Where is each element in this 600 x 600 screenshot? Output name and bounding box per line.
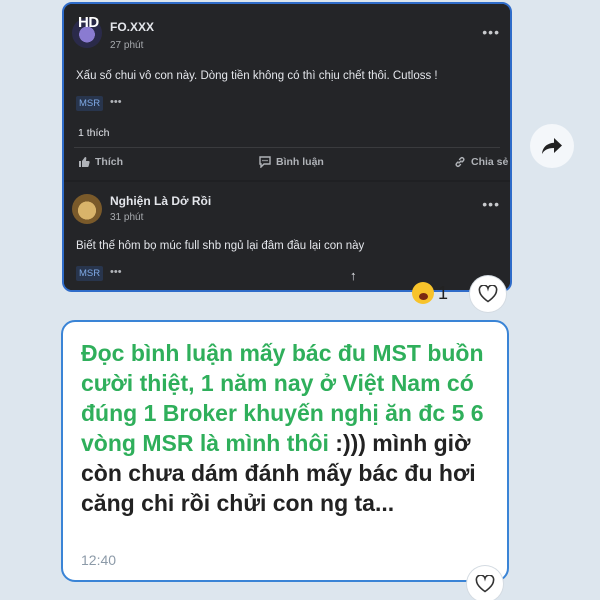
thumbs-up-icon — [79, 157, 90, 167]
stock-tag[interactable]: MSR — [76, 96, 104, 111]
post-content: Xấu số chui vô con này. Dòng tiền không … — [76, 70, 438, 82]
heart-react-button[interactable] — [467, 566, 503, 600]
heart-icon — [478, 285, 498, 303]
avatar[interactable] — [72, 194, 102, 224]
post-content: Biết thế hôm bọ múc full shb ngủ lại đâm… — [76, 240, 365, 252]
post-author[interactable]: FO.XXX — [110, 20, 154, 34]
message-text: Đọc bình luận mấy bác đu MST buồn cười t… — [81, 338, 489, 518]
avatar-label: HD — [78, 14, 99, 31]
heart-icon — [475, 575, 495, 593]
forward-arrow-icon — [542, 138, 562, 154]
post-author[interactable]: Nghiện Là Dở Rồi — [110, 194, 211, 208]
forward-button[interactable] — [530, 124, 574, 168]
share-label: Chia sẻ — [471, 156, 509, 168]
forwarded-screenshot[interactable]: HD FO.XXX 27 phút ••• Xấu số chui vô con… — [62, 2, 512, 292]
scroll-up-icon[interactable]: ↑ — [350, 268, 357, 283]
more-options-icon[interactable]: ••• — [482, 24, 500, 40]
heart-react-button[interactable] — [470, 276, 506, 312]
laughing-emoji-icon — [412, 282, 434, 304]
post-card-1: HD FO.XXX 27 phút ••• Xấu số chui vô con… — [64, 4, 510, 180]
comment-button[interactable]: Bình luận — [259, 156, 324, 168]
like-label: Thích — [95, 156, 123, 168]
post-time: 31 phút — [110, 212, 144, 223]
reaction-summary[interactable]: 1 — [412, 282, 448, 304]
more-options-icon[interactable]: ••• — [482, 196, 500, 212]
link-icon — [455, 157, 465, 167]
share-button[interactable]: Chia sẻ — [454, 156, 508, 168]
stock-tag[interactable]: MSR — [76, 266, 104, 281]
divider — [74, 147, 500, 148]
like-count[interactable]: 1 thích — [78, 127, 110, 139]
message-time: 12:40 — [81, 552, 117, 568]
post-time: 27 phút — [110, 40, 144, 51]
post-card-2: Nghiện Là Dở Rồi 31 phút ••• Biết thế hô… — [64, 182, 510, 290]
tag-more-icon[interactable]: ••• — [110, 266, 122, 278]
like-button[interactable]: Thích — [78, 156, 123, 168]
reaction-count: 1 — [438, 282, 449, 303]
comment-label: Bình luận — [276, 156, 324, 168]
tag-more-icon[interactable]: ••• — [110, 96, 122, 108]
comment-icon — [259, 156, 271, 168]
message-bubble[interactable]: Đọc bình luận mấy bác đu MST buồn cười t… — [61, 320, 509, 582]
